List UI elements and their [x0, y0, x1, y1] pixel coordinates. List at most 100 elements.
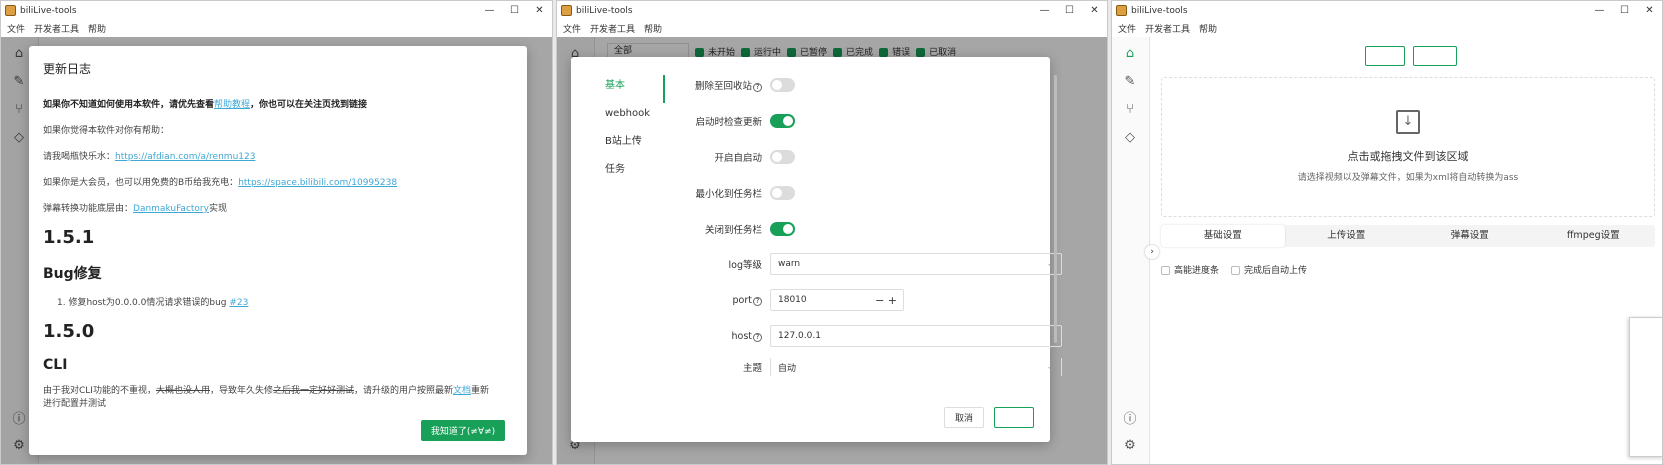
cli-heading: CLI	[43, 357, 68, 373]
window-title: biliLive-tools	[20, 5, 77, 16]
row-check-update: 启动时检查更新	[655, 111, 795, 131]
checkbox-energy-bar[interactable]: 高能进度条	[1161, 263, 1219, 276]
tab-basic[interactable]: 基础设置	[1161, 225, 1285, 247]
menu-bar: 文件 开发者工具 帮助	[557, 20, 1107, 37]
nav-webhook[interactable]: webhook	[591, 103, 665, 131]
confirm-button[interactable]: 确认	[993, 407, 1034, 428]
theme-select[interactable]: 自动 ⌄	[770, 358, 1062, 376]
row-port: port? 18010− +	[655, 289, 904, 311]
info-icon[interactable]: ⓘ	[1120, 407, 1140, 427]
title-bar[interactable]: biliLive-tools — ☐ ✕	[1, 1, 552, 20]
version-heading-150: 1.5.0	[43, 321, 95, 342]
port-input[interactable]: 18010− +	[770, 289, 904, 311]
settings-tabs: 基础设置 上传设置 弹幕设置 ffmpeg设置	[1161, 225, 1655, 247]
menu-bar: 文件 开发者工具 帮助	[1112, 20, 1662, 37]
title-bar[interactable]: biliLive-tools — ☐ ✕	[557, 1, 1107, 20]
nav-basic[interactable]: 基本	[591, 75, 665, 103]
menu-file[interactable]: 文件	[563, 22, 581, 35]
close-icon[interactable]: ✕	[527, 5, 552, 16]
maximize-icon[interactable]: ☐	[1612, 5, 1637, 16]
help-icon[interactable]: ?	[753, 83, 762, 92]
help-icon[interactable]: ?	[753, 332, 762, 342]
cancel-button[interactable]: 取消	[943, 407, 984, 428]
upload-subtitle: 请选择视频以及弹幕文件，如果为xml将自动转换为ass	[1297, 173, 1519, 183]
window-title: biliLive-tools	[576, 5, 633, 16]
start-button[interactable]: 启动!	[1413, 46, 1457, 66]
minimize-icon[interactable]: —	[1587, 5, 1612, 16]
bilibili-link[interactable]: https://space.bilibili.com/10995238	[238, 178, 397, 188]
toggle-autostart[interactable]	[770, 150, 795, 164]
row-trash: 删除至回收站?	[655, 75, 795, 95]
action-buttons: 预览 启动!	[1365, 46, 1457, 66]
docs-link[interactable]: 文档	[453, 386, 471, 396]
toggle-close-tray[interactable]	[770, 222, 795, 236]
toggle-trash[interactable]	[770, 78, 795, 92]
menu-devtools[interactable]: 开发者工具	[590, 22, 635, 35]
window-title: biliLive-tools	[1131, 5, 1188, 16]
settings-nav: 基本 webhook B站上传 任务	[591, 75, 665, 187]
scrollbar[interactable]	[1054, 75, 1057, 343]
help-link[interactable]: 帮助教程	[214, 100, 250, 110]
danmu-line: 弹幕转换功能底层由：DanmakuFactory实现	[43, 204, 227, 214]
archive-icon: ↓	[1396, 110, 1420, 134]
danmaku-link[interactable]: DanmakuFactory	[133, 204, 209, 214]
window-changelog: biliLive-tools — ☐ ✕ 文件 开发者工具 帮助 ⌂ ✎ ⑂ ◇…	[0, 0, 553, 465]
app-icon	[561, 5, 572, 16]
nav-task[interactable]: 任务	[591, 159, 665, 187]
option-checkboxes: 高能进度条 完成后自动上传	[1161, 263, 1307, 276]
wrench-icon[interactable]: ✎	[1120, 71, 1140, 91]
cli-text: 由于我对CLI功能的不重视，大概也没人用，导致年久失修之后我一定好好测试，请升级…	[43, 386, 490, 409]
nav-bili-upload[interactable]: B站上传	[591, 131, 665, 159]
ok-button[interactable]: 我知道了(≠∀≠)	[421, 420, 505, 441]
chevron-down-icon: ⌄	[1046, 362, 1054, 372]
menu-help[interactable]: 帮助	[1199, 22, 1217, 35]
host-input[interactable]: 127.0.0.1	[770, 325, 1062, 347]
menu-devtools[interactable]: 开发者工具	[34, 22, 79, 35]
upload-dropzone[interactable]: ↓ 点击或拖拽文件到该区域 请选择视频以及弹幕文件，如果为xml将自动转换为as…	[1161, 77, 1655, 217]
branch-icon[interactable]: ⑂	[1120, 99, 1140, 119]
upload-title: 点击或拖拽文件到该区域	[1347, 150, 1469, 163]
minimize-icon[interactable]: —	[1032, 5, 1057, 16]
preview-button[interactable]: 预览	[1365, 46, 1406, 66]
tip-line: 请我喝瓶快乐水：https://afdian.com/a/renmu123	[43, 152, 256, 162]
intro-text: 如果你不知道如何使用本软件，请优先查看帮助教程，你也可以在关注页找到链接	[43, 100, 368, 110]
title-bar[interactable]: biliLive-tools — ☐ ✕	[1112, 1, 1662, 20]
tab-danmaku[interactable]: 弹幕设置	[1408, 225, 1532, 247]
checkbox-auto-upload[interactable]: 完成后自动上传	[1231, 263, 1307, 276]
bug-item: 1. 修复host为0.0.0.0情况请求错误的bug #23	[57, 298, 249, 308]
afdian-link[interactable]: https://afdian.com/a/renmu123	[115, 152, 255, 162]
chevron-down-icon: ⌄	[1046, 259, 1054, 269]
chevron-right-icon[interactable]: ›	[1145, 245, 1159, 259]
changelog-dialog: 更新日志 如果你不知道如何使用本软件，请优先查看帮助教程，你也可以在关注页找到链…	[29, 46, 527, 455]
toggle-minimize[interactable]	[770, 186, 795, 200]
menu-file[interactable]: 文件	[7, 22, 25, 35]
app-icon	[1116, 5, 1127, 16]
maximize-icon[interactable]: ☐	[1057, 5, 1082, 16]
close-icon[interactable]: ✕	[1637, 5, 1662, 16]
help-icon[interactable]: ?	[753, 296, 762, 306]
row-minimize: 最小化到任务栏	[655, 183, 795, 203]
version-heading-151: 1.5.1	[43, 227, 95, 248]
row-theme: 主题 自动 ⌄	[655, 358, 1062, 376]
issue-link[interactable]: #23	[229, 298, 248, 308]
close-icon[interactable]: ✕	[1082, 5, 1107, 16]
toggle-check-update[interactable]	[770, 114, 795, 128]
app-icon	[5, 5, 16, 16]
stepper-icons[interactable]: − +	[875, 294, 897, 307]
settings-icon[interactable]: ⚙	[1120, 435, 1140, 455]
log-level-select[interactable]: warn ⌄	[770, 253, 1062, 275]
tab-upload[interactable]: 上传设置	[1285, 225, 1409, 247]
menu-devtools[interactable]: 开发者工具	[1145, 22, 1190, 35]
thumbnail-preview[interactable]	[1629, 317, 1662, 457]
window-main: biliLive-tools — ☐ ✕ 文件 开发者工具 帮助 ⌂ ✎ ⑂ ◇…	[1111, 0, 1663, 465]
dialog-title: 更新日志	[43, 62, 92, 76]
menu-file[interactable]: 文件	[1118, 22, 1136, 35]
tab-ffmpeg[interactable]: ffmpeg设置	[1532, 225, 1656, 247]
minimize-icon[interactable]: —	[477, 5, 502, 16]
home-icon[interactable]: ⌂	[1120, 43, 1140, 63]
window-settings: biliLive-tools — ☐ ✕ 文件 开发者工具 帮助 ⌂ ⚙ 全部 …	[556, 0, 1108, 465]
maximize-icon[interactable]: ☐	[502, 5, 527, 16]
shirt-icon[interactable]: ◇	[1120, 127, 1140, 147]
menu-help[interactable]: 帮助	[88, 22, 106, 35]
menu-help[interactable]: 帮助	[644, 22, 662, 35]
